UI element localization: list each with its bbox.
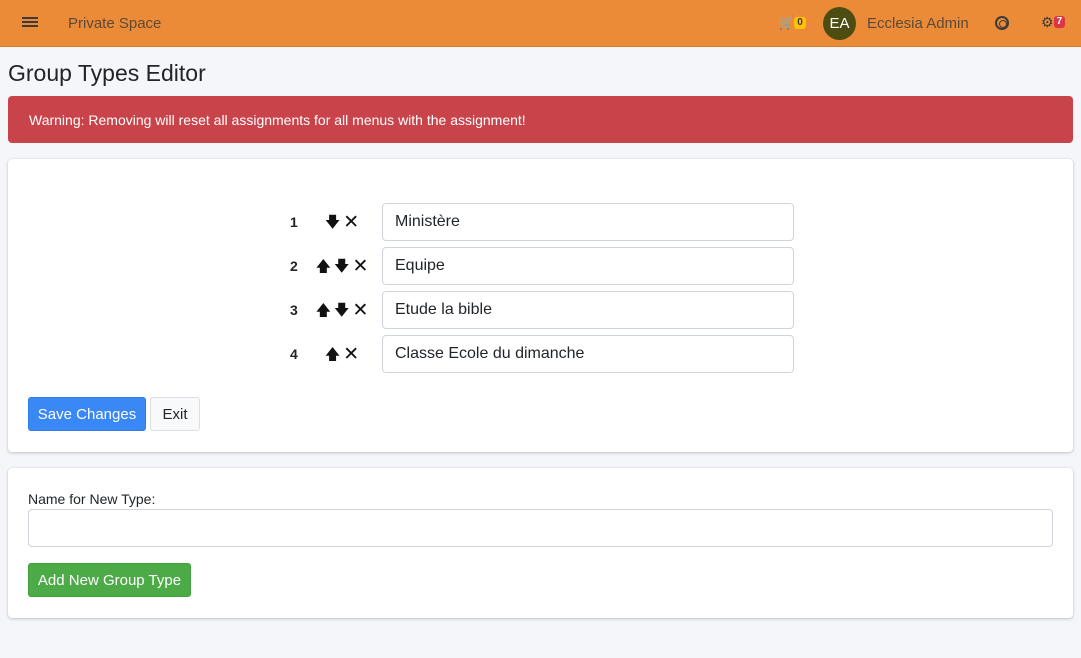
cart-count-badge: 0	[794, 17, 806, 29]
cart-icon: 🛒	[778, 15, 795, 30]
settings-button[interactable]: ⚙ 7	[1041, 14, 1066, 31]
settings-count-badge: 7	[1053, 16, 1066, 28]
group-type-number: 2	[290, 258, 298, 274]
move-down-icon[interactable]: 🡇	[334, 259, 349, 274]
group-type-number: 4	[290, 346, 298, 362]
help-icon[interactable]	[995, 16, 1009, 30]
page-title: Group Types Editor	[8, 60, 206, 86]
group-type-name-input[interactable]	[382, 247, 794, 285]
warning-alert: Warning: Removing will reset all assignm…	[8, 96, 1073, 143]
group-type-actions: 🡅 🡇 ✕	[312, 255, 372, 277]
group-type-name-input[interactable]	[382, 291, 794, 329]
remove-icon[interactable]: ✕	[343, 213, 359, 232]
cart-button[interactable]: 🛒 0	[778, 15, 806, 31]
move-up-icon[interactable]: 🡅	[325, 347, 340, 362]
remove-icon[interactable]: ✕	[343, 345, 359, 364]
exit-button[interactable]: Exit	[150, 397, 200, 431]
gear-icon: ⚙	[1041, 14, 1054, 30]
group-type-actions: 🡅 ✕	[312, 343, 372, 365]
group-type-row: 4 🡅 ✕	[282, 335, 794, 373]
move-down-icon[interactable]: 🡇	[325, 215, 340, 230]
new-type-name-input[interactable]	[28, 509, 1053, 547]
move-down-icon[interactable]: 🡇	[334, 303, 349, 318]
save-changes-button[interactable]: Save Changes	[28, 397, 146, 431]
add-new-group-type-button[interactable]: Add New Group Type	[28, 563, 191, 597]
user-menu-link[interactable]: Ecclesia Admin	[867, 15, 969, 32]
new-group-type-card: Name for New Type: Add New Group Type	[8, 468, 1073, 618]
group-type-row: 1 🡇 ✕	[282, 203, 794, 241]
new-type-label: Name for New Type:	[28, 491, 156, 507]
group-type-number: 3	[290, 302, 298, 318]
group-type-number: 1	[290, 214, 298, 230]
warning-alert-text: Warning: Removing will reset all assignm…	[29, 112, 526, 128]
top-navbar: Private Space 🛒 0 EA Ecclesia Admin ⚙ 7	[0, 0, 1081, 47]
move-up-icon[interactable]: 🡅	[316, 259, 331, 274]
menu-icon[interactable]	[22, 15, 38, 31]
group-type-name-input[interactable]	[382, 203, 794, 241]
group-type-actions: 🡅 🡇 ✕	[312, 299, 372, 321]
group-type-actions: 🡇 ✕	[312, 211, 372, 233]
group-type-name-input[interactable]	[382, 335, 794, 373]
group-types-card: 1 🡇 ✕ 2 🡅 🡇 ✕ 3 🡅 🡇 ✕ 4 🡅 ✕ Save Ch	[8, 159, 1073, 452]
brand-link[interactable]: Private Space	[68, 15, 161, 32]
remove-icon[interactable]: ✕	[352, 301, 368, 320]
move-up-icon[interactable]: 🡅	[316, 303, 331, 318]
group-type-row: 3 🡅 🡇 ✕	[282, 291, 794, 329]
group-type-row: 2 🡅 🡇 ✕	[282, 247, 794, 285]
remove-icon[interactable]: ✕	[352, 257, 368, 276]
avatar[interactable]: EA	[823, 7, 856, 40]
